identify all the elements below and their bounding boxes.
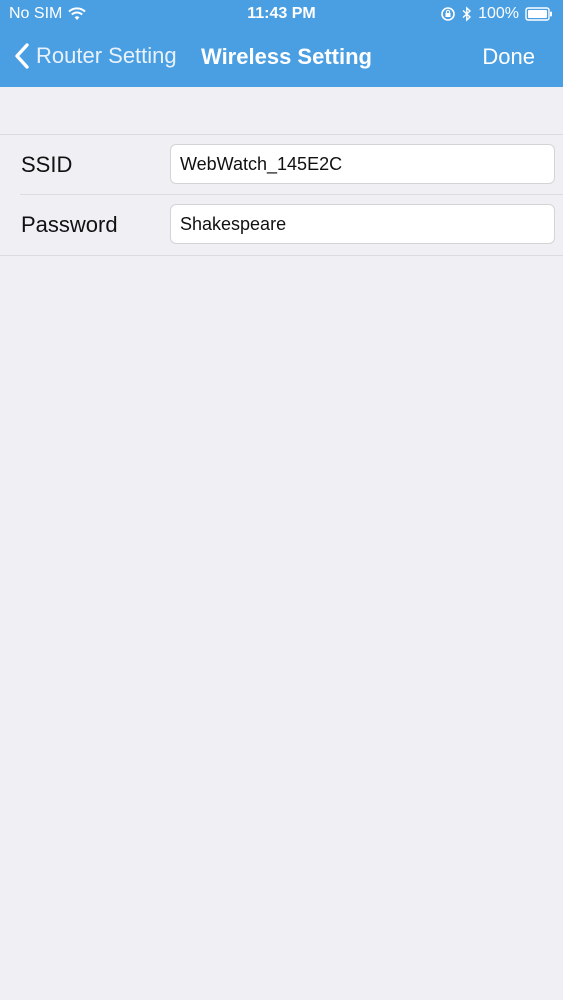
chevron-left-icon — [14, 42, 30, 70]
password-row: Password — [0, 195, 563, 254]
ssid-input[interactable] — [170, 144, 555, 184]
status-bar: No SIM 11:43 PM 100% — [0, 0, 563, 30]
ssid-row: SSID — [0, 135, 563, 195]
done-button[interactable]: Done — [482, 44, 535, 70]
back-button[interactable]: Router Setting — [14, 42, 177, 70]
wireless-settings-form: SSID Password — [0, 134, 563, 256]
battery-percent: 100% — [478, 5, 519, 22]
status-right: 100% — [440, 5, 553, 23]
password-label: Password — [21, 212, 118, 237]
navigation-bar: Router Setting Wireless Setting Done — [0, 30, 563, 87]
app-header: No SIM 11:43 PM 100% Router Setting Wire… — [0, 0, 563, 87]
orientation-lock-icon — [440, 6, 456, 22]
ssid-label: SSID — [21, 152, 73, 177]
back-button-label: Router Setting — [36, 43, 177, 68]
battery-icon — [525, 7, 553, 21]
password-input[interactable] — [170, 204, 555, 244]
bluetooth-icon — [462, 6, 472, 22]
page-title: Wireless Setting — [201, 44, 372, 69]
